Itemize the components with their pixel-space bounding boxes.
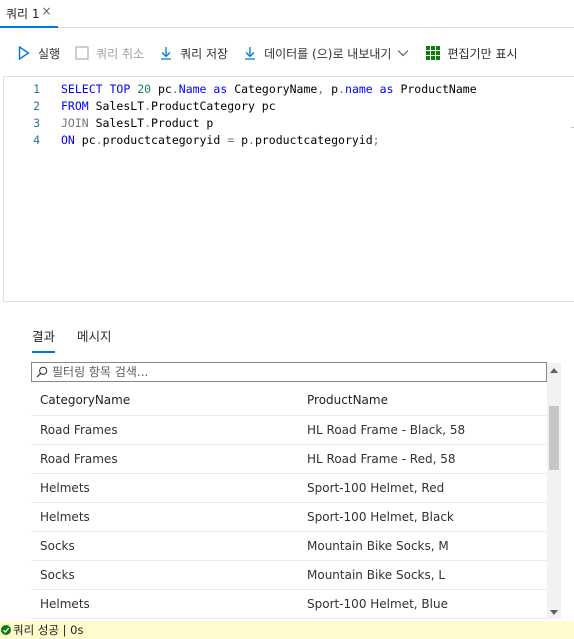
code-token: TOP (109, 82, 131, 96)
table-cell[interactable]: Socks (40, 532, 75, 560)
table-cell[interactable]: Sport-100 Helmet, Black (307, 503, 454, 531)
cancel-query-label: 쿼리 취소 (96, 46, 145, 61)
code-token: p (324, 82, 339, 96)
stop-checkbox-icon (74, 45, 90, 61)
table-cell[interactable]: Mountain Bike Socks, M (307, 532, 449, 560)
code-token: as (379, 82, 394, 96)
table-cell[interactable]: Helmets (40, 503, 90, 531)
code-token: as (213, 82, 228, 96)
table-row[interactable]: Socks Mountain Bike Socks, M (31, 532, 547, 561)
code-token: 20 (137, 82, 152, 96)
code-token: ProductName (393, 82, 477, 96)
table-cell[interactable]: Helmets (40, 474, 90, 502)
code-token: SalesLT (88, 116, 145, 130)
run-label: 실행 (38, 46, 61, 61)
code-token: . (248, 133, 255, 147)
code-token: pc (151, 82, 172, 96)
check-circle-icon (1, 625, 11, 635)
scroll-down-arrow-icon[interactable] (547, 605, 561, 619)
status-bar: 쿼리 성공 | 0s (0, 621, 574, 639)
tab-messages[interactable]: 메시지 (77, 326, 112, 353)
table-cell[interactable]: HL Road Frame - Black, 58 (307, 416, 465, 444)
code-token: . (95, 133, 103, 147)
code-token: . (144, 99, 152, 113)
filter-search-box[interactable] (31, 362, 547, 382)
search-icon (36, 366, 48, 378)
code-token: pc (74, 133, 96, 147)
table-cell[interactable]: Socks (40, 561, 75, 589)
table-row[interactable]: Helmets Sport-100 Helmet, Blue (31, 590, 547, 619)
editor-only-button[interactable]: 편집기만 표시 (425, 45, 518, 62)
code-token: p (234, 133, 248, 147)
code-token: ON (61, 133, 75, 147)
export-data-button[interactable]: 데이터를 (으)로 내보내기 (242, 45, 411, 62)
table-cell[interactable]: Helmets (40, 590, 90, 618)
filter-input[interactable] (52, 365, 532, 379)
code-token: name (345, 82, 373, 96)
table-row[interactable]: Road Frames HL Road Frame - Black, 58 (31, 416, 547, 445)
line-number: 4 (33, 133, 40, 147)
results-grid: CategoryName ProductName Road Frames HL Roa… (31, 385, 547, 619)
table-cell[interactable]: Sport-100 Helmet, Blue (307, 590, 448, 618)
table-header-row: CategoryName ProductName (31, 385, 547, 416)
scroll-up-arrow-icon[interactable] (547, 363, 561, 377)
close-icon[interactable]: × (42, 4, 52, 18)
column-header[interactable]: CategoryName (40, 385, 130, 415)
table-cell[interactable]: Sport-100 Helmet, Red (307, 474, 444, 502)
table-row[interactable]: Helmets Sport-100 Helmet, Black (31, 503, 547, 532)
download-icon (158, 45, 174, 61)
column-header[interactable]: ProductName (307, 385, 388, 415)
code-token: productcategoryid (102, 133, 228, 147)
sql-code-editor[interactable]: 1 SELECT TOP 20 pc.Name as CategoryName, … (3, 76, 574, 302)
play-icon (16, 45, 32, 61)
cancel-query-button[interactable]: 쿼리 취소 (74, 45, 144, 62)
toolbar: 실행 쿼리 취소 쿼리 저장 데이터를 (으)로 내보내기 편집기만 표시 (0, 38, 574, 68)
editor-only-label: 편집기만 표시 (447, 46, 518, 61)
code-token: SalesLT (88, 99, 145, 113)
tab-query-1[interactable]: 쿼리 1 × (0, 0, 58, 28)
code-token: Name (178, 82, 207, 96)
results-scrollbar[interactable] (547, 363, 561, 619)
code-token: SELECT (61, 82, 103, 96)
code-token: Product p (151, 116, 214, 130)
query-editor-window: 쿼리 1 × 실행 쿼리 취소 쿼리 저장 데이터를 (으)로 내보내기 편집기… (0, 0, 574, 639)
code-token: JOIN (61, 116, 89, 130)
code-token: ; (372, 133, 380, 147)
code-token: . (171, 82, 179, 96)
document-tab-bar: 쿼리 1 × (0, 0, 574, 28)
code-token: . (338, 82, 346, 96)
code-text: JOIN SalesLT.Product p (61, 116, 213, 130)
save-query-button[interactable]: 쿼리 저장 (158, 45, 228, 62)
table-row[interactable]: Socks Mountain Bike Socks, L (31, 561, 547, 590)
code-token: . (144, 116, 152, 130)
code-token: productcategoryid (254, 133, 373, 147)
tab-label: 쿼리 1 (6, 7, 40, 21)
results-tab-bar: 결과 메시지 (32, 326, 134, 353)
code-token: ProductCategory pc (151, 99, 276, 113)
run-button[interactable]: 실행 (16, 45, 60, 62)
table-row[interactable]: Road Frames HL Road Frame - Red, 58 (31, 445, 547, 474)
code-text: FROM SalesLT.ProductCategory pc (61, 99, 276, 113)
status-text: 쿼리 성공 | 0s (13, 623, 84, 637)
table-row[interactable]: Helmets Sport-100 Helmet, Red (31, 474, 547, 503)
line-number: 1 (33, 82, 40, 96)
code-text: ON pc.productcategoryid = p.productcateg… (61, 133, 380, 147)
chevron-down-icon[interactable] (395, 45, 411, 61)
line-number: 3 (33, 116, 40, 130)
table-cell[interactable]: Road Frames (40, 445, 118, 473)
table-cell[interactable]: Road Frames (40, 416, 118, 444)
code-token: CategoryName (227, 82, 318, 96)
save-query-label: 쿼리 저장 (180, 46, 229, 61)
export-data-label: 데이터를 (으)로 내보내기 (264, 46, 392, 61)
tab-results[interactable]: 결과 (32, 326, 56, 353)
table-cell[interactable]: HL Road Frame - Red, 58 (307, 445, 456, 473)
code-text: SELECT TOP 20 pc.Name as CategoryName, p… (61, 82, 477, 96)
export-icon (242, 45, 258, 61)
code-token: FROM (61, 99, 89, 113)
grid-icon (425, 45, 441, 61)
scrollbar-thumb[interactable] (549, 406, 559, 470)
line-number: 2 (33, 99, 40, 113)
table-cell[interactable]: Mountain Bike Socks, L (307, 561, 445, 589)
